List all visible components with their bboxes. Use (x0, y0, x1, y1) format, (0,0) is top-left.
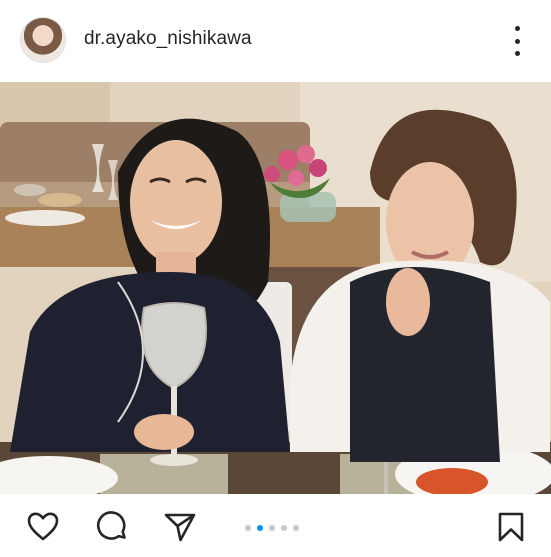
heart-icon[interactable] (26, 510, 60, 544)
paper-plane-icon[interactable] (163, 510, 197, 544)
bookmark-icon[interactable] (494, 510, 528, 544)
carousel-dot-active (257, 525, 263, 531)
carousel-indicator (245, 524, 299, 532)
carousel-dot (293, 525, 299, 531)
restaurant-photo-illustration (0, 82, 551, 494)
more-dot-top (514, 26, 520, 31)
comment-bubble-icon[interactable] (95, 510, 129, 544)
carousel-dot (281, 525, 287, 531)
post-action-bar (0, 494, 551, 557)
more-options-icon[interactable] (505, 26, 529, 56)
more-dot-middle (514, 38, 520, 44)
profile-avatar[interactable] (20, 17, 66, 63)
post-header: dr.ayako_nishikawa (0, 0, 551, 82)
username-link[interactable]: dr.ayako_nishikawa (84, 28, 252, 50)
post-photo[interactable] (0, 82, 551, 494)
more-dot-bottom (514, 51, 520, 56)
carousel-dot (269, 525, 275, 531)
carousel-dot (245, 525, 251, 531)
